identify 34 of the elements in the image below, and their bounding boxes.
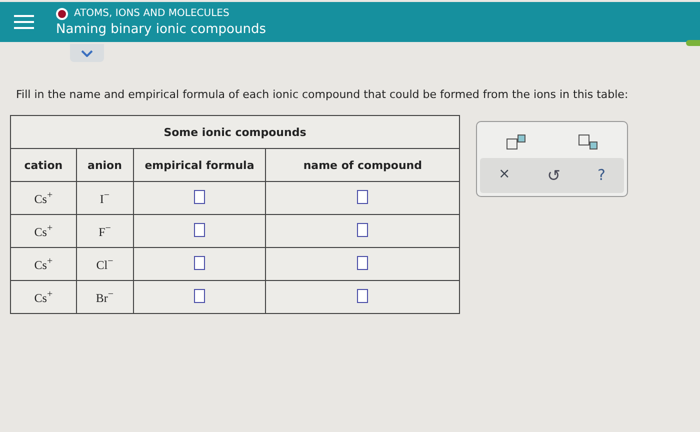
status-dot-icon [56, 8, 68, 20]
ion-cell: Cs$^{+}$ [10, 182, 76, 214]
compound-name-field[interactable] [357, 288, 368, 302]
expand-button[interactable] [70, 44, 104, 62]
column-header: cation [10, 148, 76, 182]
undo-button[interactable]: ↺ [547, 166, 561, 185]
progress-pill [686, 40, 700, 46]
ion-cell: Cs$^{+}$ [10, 280, 76, 314]
subscript-icon[interactable] [578, 134, 598, 150]
help-button[interactable]: ? [598, 166, 606, 185]
empirical-formula-field[interactable] [194, 222, 205, 236]
ion-cell: I$^{−}$ [76, 182, 134, 214]
column-header: anion [76, 148, 134, 182]
topic-label: ATOMS, IONS AND MOLECULES [74, 8, 230, 19]
empirical-formula-field[interactable] [194, 256, 205, 270]
ion-cell: Cs$^{+}$ [10, 214, 76, 248]
ion-cell: Cl$^{−}$ [76, 248, 134, 280]
compound-name-field[interactable] [357, 190, 368, 204]
column-header: empirical formula [133, 148, 266, 182]
table-title: Some ionic compounds [10, 116, 460, 148]
chevron-icon [81, 50, 93, 56]
ion-cell: Br$^{−}$ [76, 280, 134, 314]
menu-icon[interactable] [14, 15, 34, 29]
empirical-formula-field[interactable] [194, 190, 205, 204]
compound-name-field[interactable] [357, 222, 368, 236]
instructions-text: Fill in the name and empirical formula of each ionic compound that could be formed from the ions in this table: [16, 88, 630, 101]
superscript-icon[interactable] [506, 134, 526, 150]
compound-name-field[interactable] [357, 256, 368, 270]
clear-button[interactable]: × [498, 166, 510, 185]
empirical-formula-field[interactable] [194, 288, 205, 302]
page-title: Naming binary ionic compounds [56, 22, 266, 36]
ion-cell: Cs$^{+}$ [10, 248, 76, 280]
column-header: name of compound [266, 148, 460, 182]
ion-cell: F$^{−}$ [76, 214, 134, 248]
